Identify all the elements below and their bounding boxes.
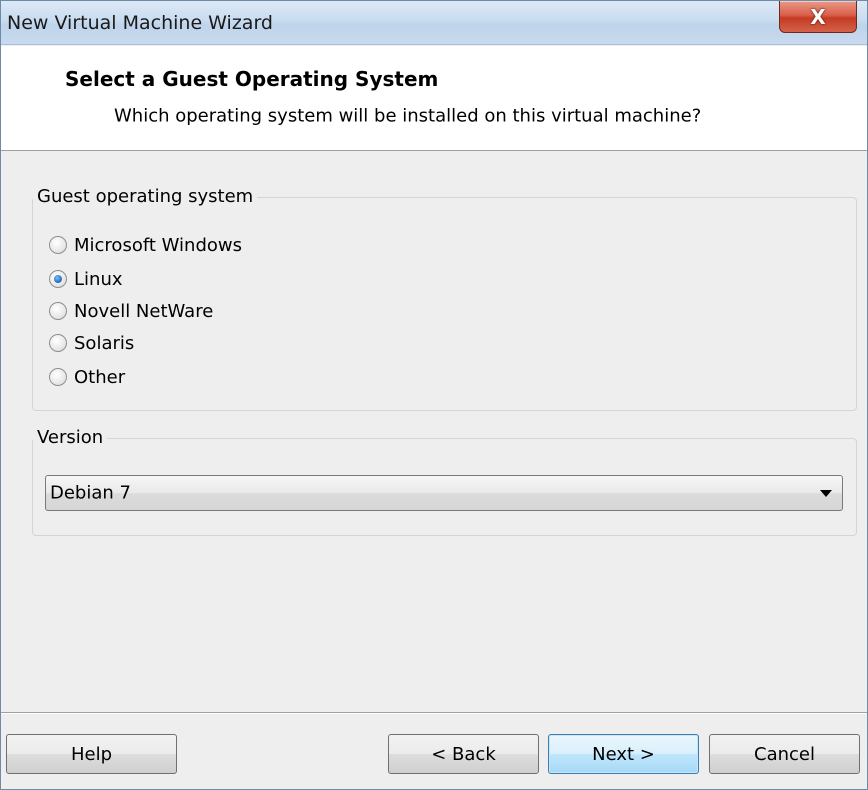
radio-button[interactable] [49, 302, 67, 320]
radio-label: Linux [74, 268, 123, 290]
guest-os-group-label: Guest operating system [33, 187, 258, 207]
radio-button[interactable] [49, 270, 67, 288]
version-group: Version Debian 7 [32, 428, 857, 536]
version-group-label: Version [33, 428, 108, 448]
guest-os-group: Guest operating system Microsoft Windows… [32, 187, 857, 411]
radio-option-solaris[interactable]: Solaris [49, 331, 134, 355]
page-title: Select a Guest Operating System [65, 67, 439, 91]
radio-option-novell-netware[interactable]: Novell NetWare [49, 299, 213, 323]
next-button[interactable]: Next > [548, 734, 699, 774]
page-subtitle: Which operating system will be installed… [114, 105, 702, 127]
radio-label: Solaris [74, 332, 135, 354]
radio-button[interactable] [49, 334, 67, 352]
radio-button[interactable] [49, 368, 67, 386]
dropdown-arrow-icon [820, 490, 832, 497]
wizard-window: New Virtual Machine Wizard X Select a Gu… [0, 0, 868, 790]
close-button[interactable]: X [779, 1, 857, 33]
radio-label: Novell NetWare [74, 300, 214, 322]
radio-option-linux[interactable]: Linux [49, 267, 123, 291]
version-selected-value: Debian 7 [50, 482, 131, 504]
back-button[interactable]: < Back [388, 734, 539, 774]
title-bar[interactable]: New Virtual Machine Wizard X [1, 1, 867, 45]
cancel-button[interactable]: Cancel [709, 734, 860, 774]
version-dropdown[interactable]: Debian 7 [45, 475, 843, 511]
radio-option-microsoft-windows[interactable]: Microsoft Windows [49, 233, 242, 257]
window-title: New Virtual Machine Wizard [7, 12, 273, 34]
help-button[interactable]: Help [6, 734, 177, 774]
footer-divider [1, 712, 867, 714]
radio-label: Microsoft Windows [74, 234, 242, 256]
radio-label: Other [74, 366, 126, 388]
close-icon: X [810, 4, 826, 29]
radio-button[interactable] [49, 236, 67, 254]
radio-option-other[interactable]: Other [49, 365, 125, 389]
wizard-header: Select a Guest Operating System Which op… [1, 46, 867, 151]
